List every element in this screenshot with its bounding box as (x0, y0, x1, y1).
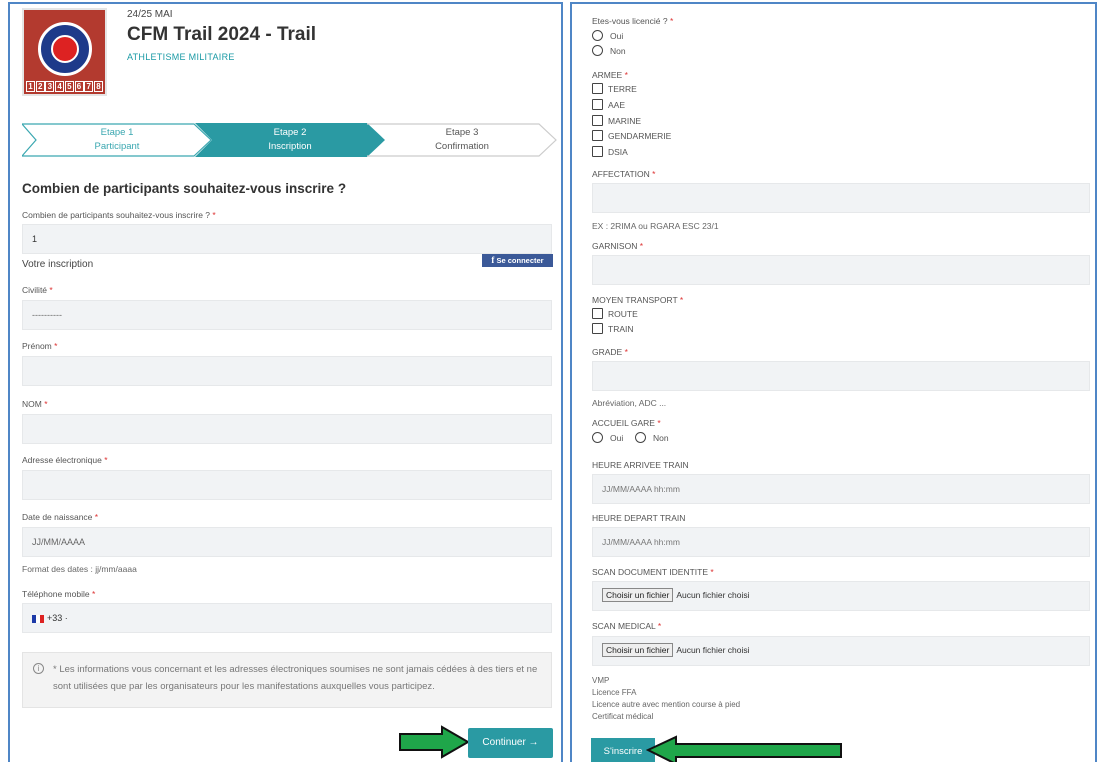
nom-input[interactable] (22, 414, 552, 444)
logo-digits: 12345678 (26, 81, 103, 92)
dob-input[interactable]: JJ/MM/AAAA (22, 527, 552, 557)
checkbox-icon[interactable] (592, 115, 603, 126)
choose-file-button[interactable]: Choisir un fichier (602, 588, 674, 602)
armee-option-marine[interactable]: MARINE (592, 115, 641, 126)
radio-icon[interactable] (635, 432, 646, 443)
prenom-label: Prénom * (22, 341, 58, 351)
date-format-hint: Format des dates : jj/mm/aaaa (22, 564, 137, 574)
accueil-option-oui[interactable]: Oui (592, 432, 623, 443)
radio-icon[interactable] (592, 432, 603, 443)
participants-question-title: Combien de participants souhaitez-vous i… (22, 181, 347, 196)
grade-label: GRADE * (592, 347, 628, 357)
info-icon: i (33, 663, 44, 674)
checkbox-icon[interactable] (592, 323, 603, 334)
armee-option-terre[interactable]: TERRE (592, 83, 637, 94)
transport-option-route[interactable]: ROUTE (592, 308, 638, 319)
step-2-active[interactable]: Etape 2 Inscription (195, 123, 385, 157)
depart-train-input[interactable]: JJ/MM/AAAA hh:mm (592, 527, 1090, 557)
step-1[interactable]: Etape 1 Participant (22, 123, 212, 157)
garnison-input[interactable] (592, 255, 1090, 285)
transport-label: MOYEN TRANSPORT * (592, 295, 684, 305)
event-subtitle: ATHLETISME MILITAIRE (127, 52, 235, 62)
armee-option-gendarmerie[interactable]: GENDARMERIE (592, 130, 671, 141)
green-arrow-left-icon (646, 735, 842, 762)
email-input[interactable] (22, 470, 552, 500)
grade-hint: Abréviation, ADC ... (592, 398, 667, 408)
checkbox-icon[interactable] (592, 130, 603, 141)
armee-option-dsia[interactable]: DSIA (592, 146, 628, 157)
privacy-info-box: i * Les informations vous concernant et … (22, 652, 552, 708)
checkbox-icon[interactable] (592, 146, 603, 157)
accueil-gare-label: ACCUEIL GARE * (592, 418, 661, 428)
scan-id-label: SCAN DOCUMENT IDENTITE * (592, 567, 714, 577)
armee-option-aae[interactable]: AAE (592, 99, 625, 110)
licencie-option-non[interactable]: Non (592, 45, 626, 56)
arrivee-train-label: HEURE ARRIVEE TRAIN (592, 460, 689, 470)
radio-icon[interactable] (592, 45, 603, 56)
checkbox-icon[interactable] (592, 83, 603, 94)
france-flag-icon[interactable] (32, 614, 44, 623)
registration-panel-left: 12345678 24/25 MAI CFM Trail 2024 - Trai… (8, 2, 563, 762)
participants-count-label: Combien de participants souhaitez-vous i… (22, 210, 216, 220)
garnison-label: GARNISON * (592, 241, 644, 251)
event-title: CFM Trail 2024 - Trail (127, 24, 317, 45)
transport-option-train[interactable]: TRAIN (592, 323, 634, 334)
armee-label: ARMEE * (592, 70, 628, 80)
no-file-text: Aucun fichier choisi (676, 645, 750, 655)
licencie-option-oui[interactable]: Oui (592, 30, 623, 41)
phone-label: Téléphone mobile * (22, 589, 96, 599)
checkbox-icon[interactable] (592, 99, 603, 110)
affectation-label: AFFECTATION * (592, 169, 656, 179)
nom-label: NOM * (22, 399, 48, 409)
no-file-text: Aucun fichier choisi (676, 590, 750, 600)
facebook-icon: f (491, 255, 495, 265)
registration-panel-right: Etes-vous licencié ? * Oui Non ARMEE * T… (570, 2, 1097, 762)
event-date: 24/25 MAI (127, 9, 173, 20)
civilite-select[interactable]: ---------- (22, 300, 552, 330)
step-3[interactable]: Etape 3 Confirmation (367, 123, 557, 157)
prenom-input[interactable] (22, 356, 552, 386)
email-label: Adresse électronique * (22, 455, 108, 465)
choose-file-button[interactable]: Choisir un fichier (602, 643, 674, 657)
votre-inscription-heading: Votre inscription (22, 259, 94, 270)
continue-button[interactable]: Continuer → (468, 728, 553, 758)
radio-icon[interactable] (592, 30, 603, 41)
grade-input[interactable] (592, 361, 1090, 391)
phone-input[interactable]: +33 · (22, 603, 552, 633)
dob-label: Date de naissance * (22, 512, 99, 522)
licencie-label: Etes-vous licencié ? * (592, 16, 674, 26)
civilite-label: Civilité * (22, 285, 53, 295)
arrivee-train-input[interactable]: JJ/MM/AAAA hh:mm (592, 474, 1090, 504)
accueil-option-non[interactable]: Non (635, 432, 669, 443)
medical-notes: VMP Licence FFA Licence autre avec menti… (592, 676, 741, 721)
affectation-input[interactable] (592, 183, 1090, 213)
scan-medical-file-input[interactable]: Choisir un fichier Aucun fichier choisi (592, 636, 1090, 666)
depart-train-label: HEURE DEPART TRAIN (592, 513, 686, 523)
checkbox-icon[interactable] (592, 308, 603, 319)
event-logo: 12345678 (22, 8, 107, 96)
logo-emblem (38, 22, 92, 76)
scan-id-file-input[interactable]: Choisir un fichier Aucun fichier choisi (592, 581, 1090, 611)
green-arrow-right-icon (399, 725, 470, 759)
facebook-connect-button[interactable]: f Se connecter (482, 254, 553, 267)
participants-count-input[interactable]: 1 (22, 224, 552, 254)
step-progress: Etape 1 Participant Etape 2 Inscription … (22, 123, 557, 157)
affectation-hint: EX : 2RIMA ou RGARA ESC 23/1 (592, 221, 719, 231)
scan-medical-label: SCAN MEDICAL * (592, 621, 662, 631)
